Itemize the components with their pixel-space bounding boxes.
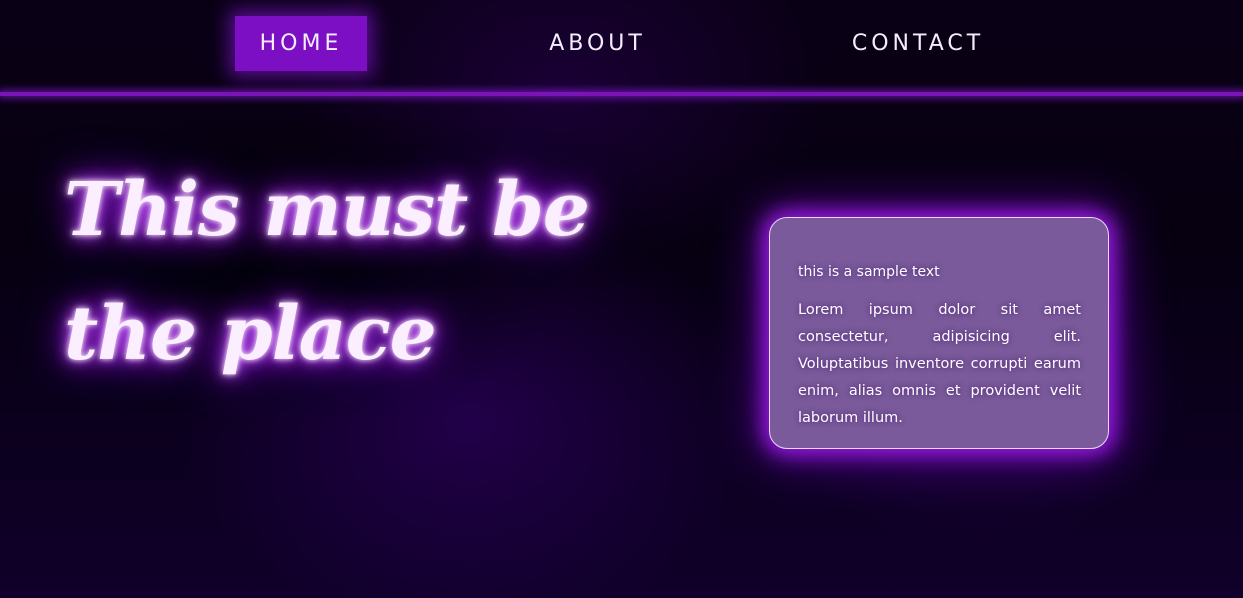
navbar-divider xyxy=(0,92,1243,96)
card-body-text: Lorem ipsum dolor sit amet consectetur, … xyxy=(798,302,1081,426)
nav-item-about[interactable]: ABOUT xyxy=(530,16,665,71)
info-card: this is a sample text Lorem ipsum dolor … xyxy=(769,217,1109,449)
hero-title: This must be the place xyxy=(64,167,590,377)
nav-item-home[interactable]: HOME xyxy=(235,16,367,71)
card-title: this is a sample text xyxy=(798,264,940,280)
top-navbar: HOME ABOUT CONTACT xyxy=(0,0,1243,92)
nav-item-contact[interactable]: CONTACT xyxy=(838,16,998,71)
